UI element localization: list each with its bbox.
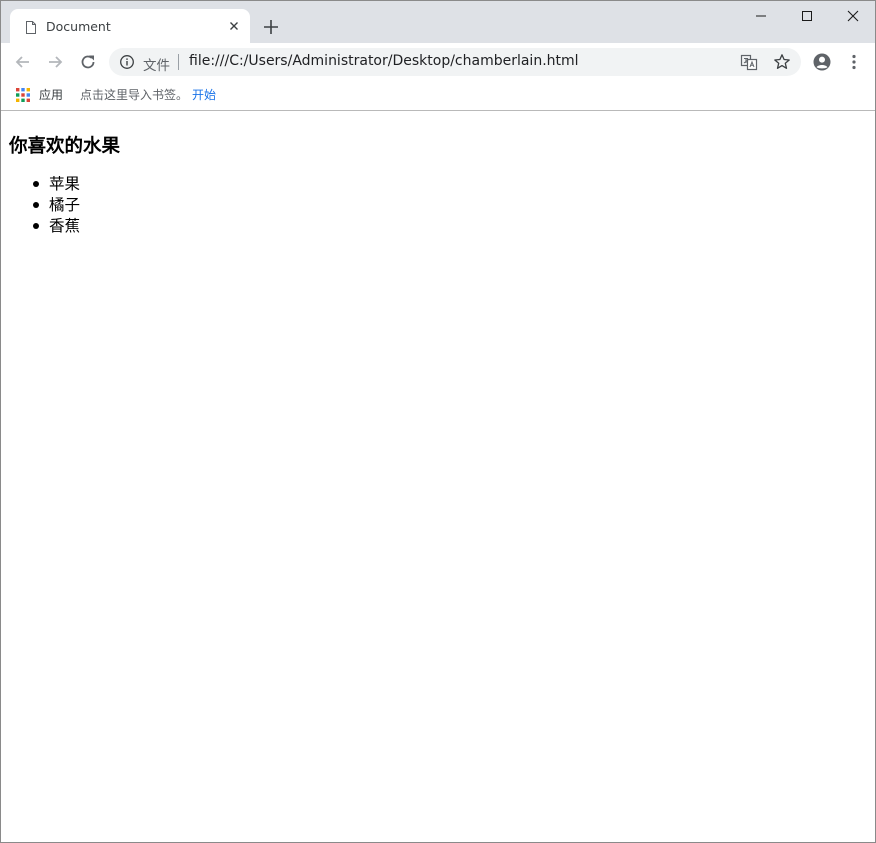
kebab-menu-icon[interactable] bbox=[844, 52, 864, 72]
fruit-list: 苹果 橘子 香蕉 bbox=[9, 174, 80, 237]
new-tab-plus-icon[interactable] bbox=[261, 17, 281, 37]
toolbar: 文件 file:///C:/Users/Administrator/Deskto… bbox=[1, 43, 875, 81]
apps-grid-icon[interactable] bbox=[16, 87, 30, 102]
list-item: 香蕉 bbox=[9, 216, 80, 237]
account-circle-icon[interactable] bbox=[812, 52, 832, 72]
url-text[interactable]: file:///C:/Users/Administrator/Desktop/c… bbox=[189, 53, 579, 69]
import-bookmarks-prompt: 点击这里导入书签。 bbox=[80, 88, 189, 102]
bookmarks-bar: 应用 点击这里导入书签。 开始 bbox=[1, 81, 875, 111]
reload-icon[interactable] bbox=[78, 52, 98, 72]
apps-label[interactable]: 应用 bbox=[39, 86, 63, 103]
bullet-icon bbox=[33, 202, 39, 208]
bullet-icon bbox=[33, 181, 39, 187]
address-bar[interactable]: 文件 file:///C:/Users/Administrator/Deskto… bbox=[109, 48, 801, 76]
tab-strip: Document bbox=[1, 1, 875, 43]
list-item: 橘子 bbox=[9, 195, 80, 216]
list-item: 苹果 bbox=[9, 174, 80, 195]
scheme-divider bbox=[178, 54, 179, 70]
forward-arrow-icon[interactable] bbox=[45, 52, 65, 72]
fruit-label: 苹果 bbox=[49, 175, 81, 193]
tab-title: Document bbox=[46, 19, 111, 34]
tab-document[interactable]: Document bbox=[10, 9, 250, 43]
browser-window: Document 文件 file:///C:/Users/Administrat… bbox=[0, 0, 876, 843]
page-icon bbox=[26, 19, 36, 34]
bookmark-star-icon[interactable] bbox=[773, 53, 791, 71]
translate-icon[interactable] bbox=[740, 53, 758, 71]
window-close-icon[interactable] bbox=[844, 7, 862, 25]
bullet-icon bbox=[33, 223, 39, 229]
page-heading: 你喜欢的水果 bbox=[9, 136, 121, 157]
minimize-icon[interactable] bbox=[752, 7, 770, 25]
page-content: 你喜欢的水果 苹果 橘子 香蕉 bbox=[1, 112, 875, 842]
tab-close-icon[interactable] bbox=[226, 18, 242, 34]
fruit-label: 橘子 bbox=[49, 196, 81, 214]
back-arrow-icon[interactable] bbox=[13, 52, 33, 72]
file-scheme-label: 文件 bbox=[143, 58, 170, 74]
fruit-label: 香蕉 bbox=[49, 217, 81, 235]
start-import-link[interactable]: 开始 bbox=[192, 86, 216, 103]
maximize-icon[interactable] bbox=[798, 7, 816, 25]
info-icon[interactable] bbox=[119, 54, 135, 70]
